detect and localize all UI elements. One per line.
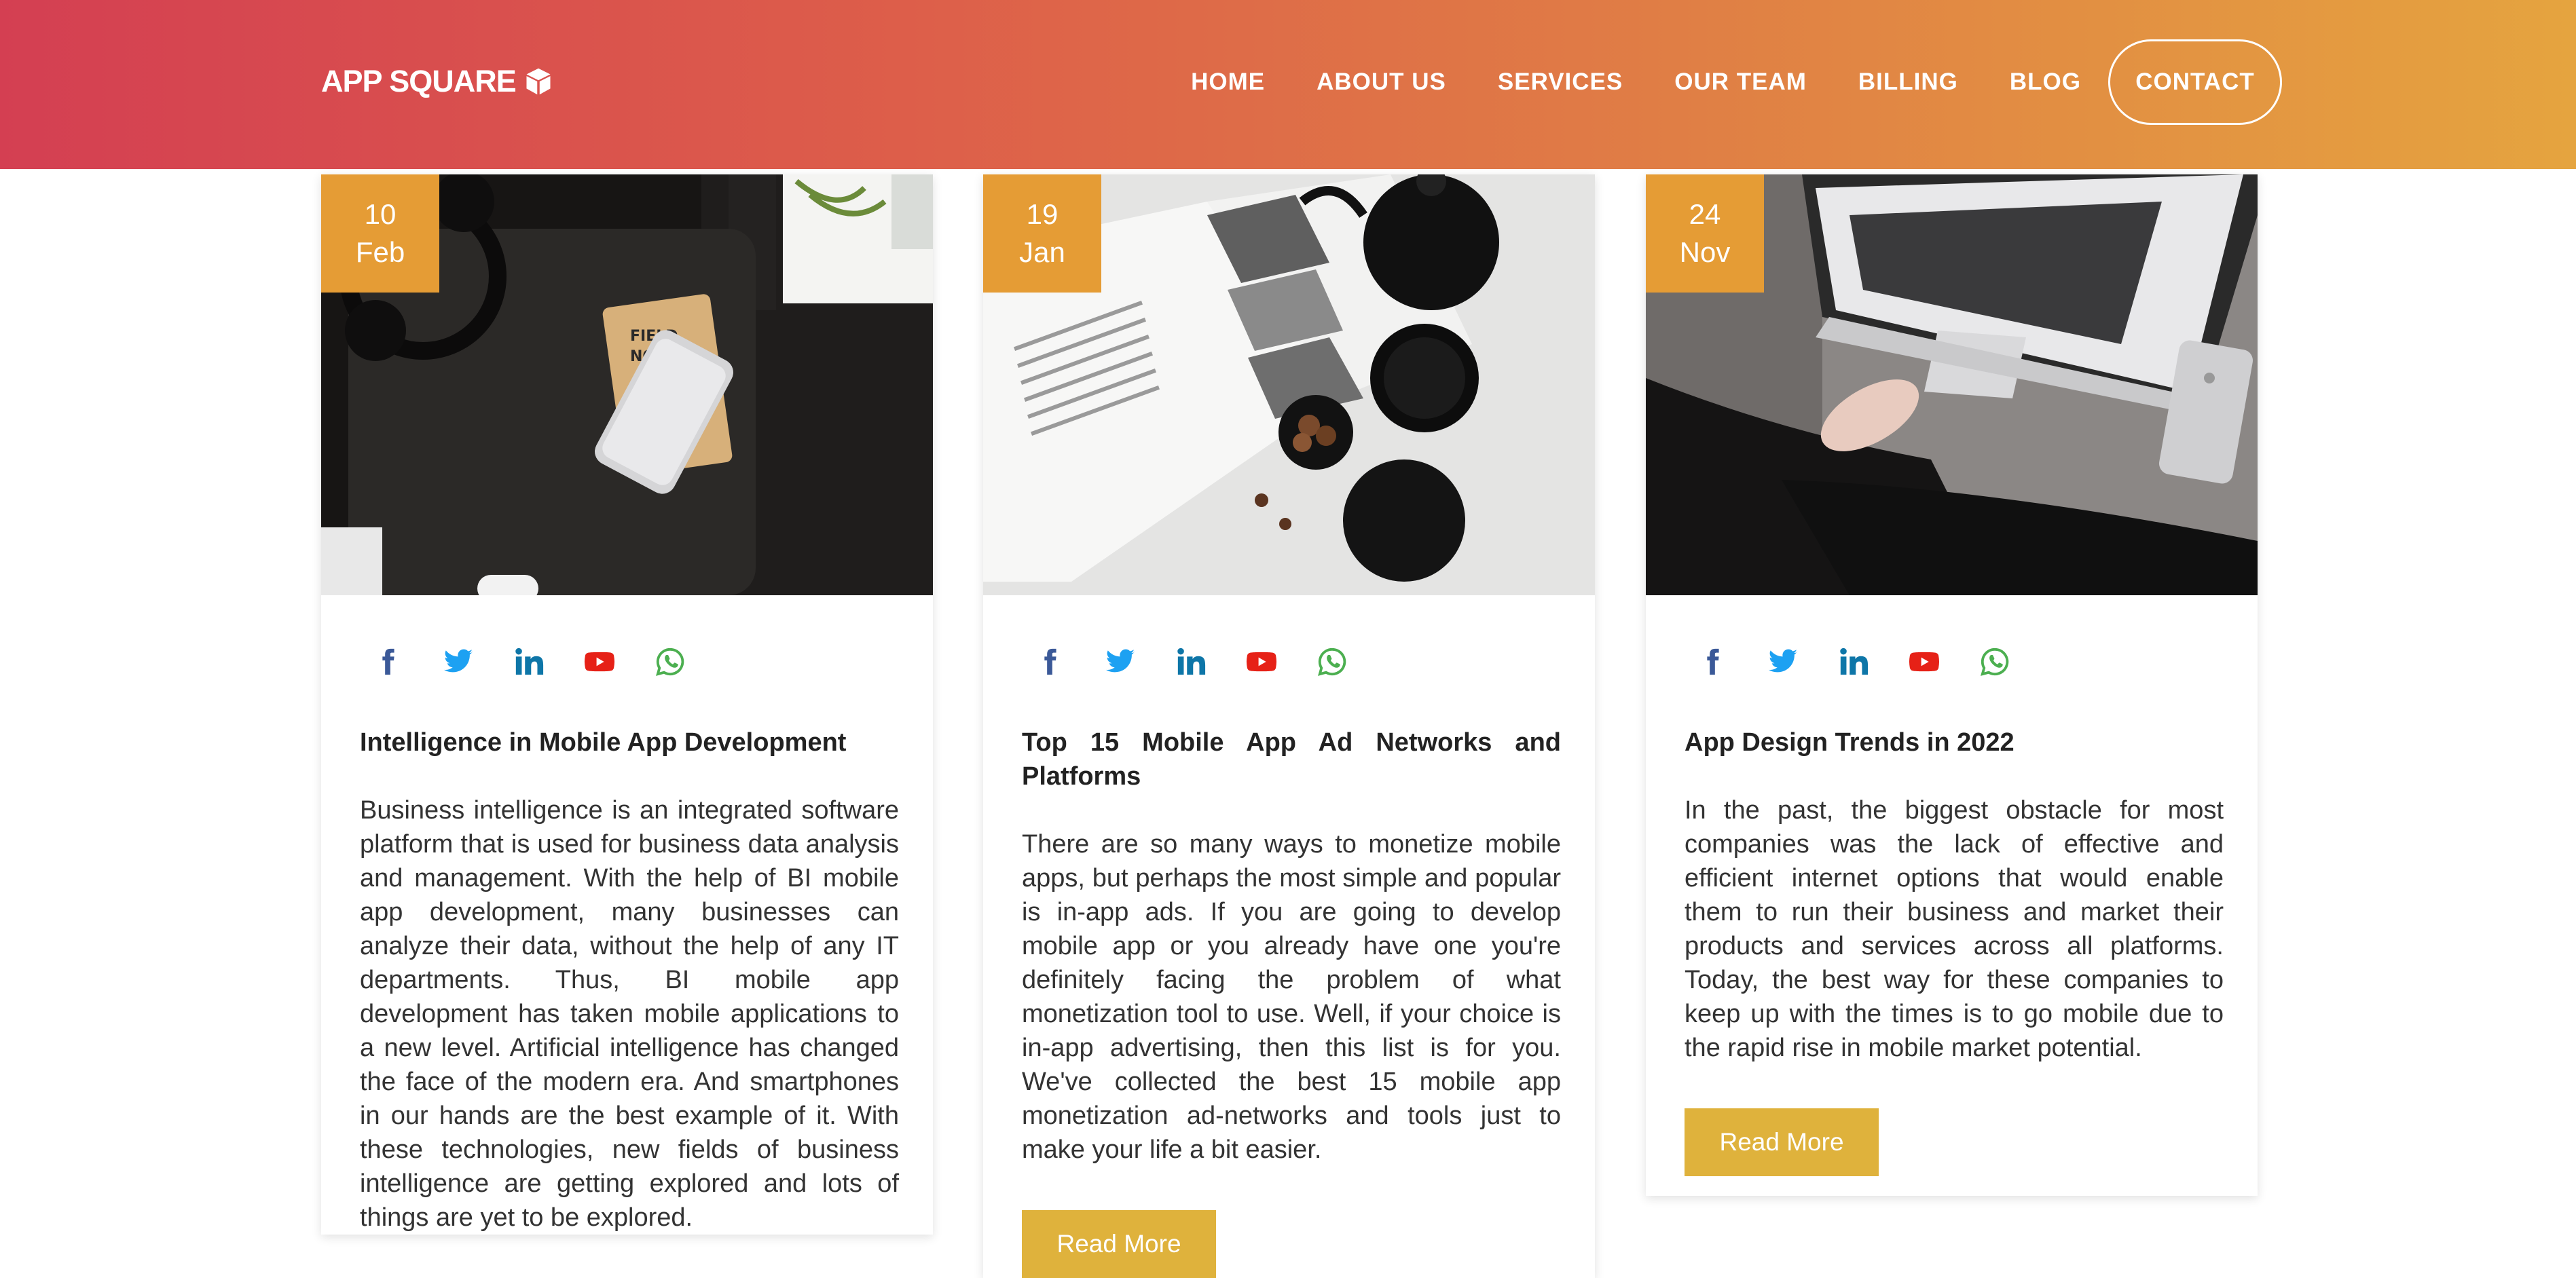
- card-image[interactable]: 19 Jan: [983, 174, 1595, 595]
- blog-card: 19 Jan Top 15 Mobile App Ad Networks and…: [983, 174, 1595, 1278]
- facebook-icon[interactable]: [372, 641, 443, 682]
- twitter-icon[interactable]: [1767, 641, 1838, 682]
- read-more-button[interactable]: Read More: [1685, 1108, 1879, 1176]
- nav-about-us[interactable]: ABOUT US: [1317, 69, 1446, 96]
- nav-blog[interactable]: BLOG: [2010, 69, 2081, 96]
- main-nav: HOME ABOUT US SERVICES OUR TEAM BILLING …: [1191, 38, 2282, 126]
- linkedin-icon[interactable]: [1175, 641, 1246, 682]
- date-day: 19: [1026, 198, 1059, 230]
- date-month: Jan: [1019, 236, 1065, 268]
- card-image[interactable]: 24 Nov: [1646, 174, 2258, 595]
- social-share-bar: [321, 595, 933, 682]
- youtube-icon[interactable]: [584, 641, 655, 682]
- card-image[interactable]: FIELD NOTES 10 Feb: [321, 174, 933, 595]
- card-bottom-padding: [1646, 1176, 2258, 1196]
- card-text: Business intelligence is an integrated s…: [360, 796, 899, 1232]
- read-more-button[interactable]: Read More: [1022, 1210, 1216, 1278]
- logo-text: APP SQUARE: [321, 64, 517, 98]
- nav-home[interactable]: HOME: [1191, 69, 1265, 96]
- card-title[interactable]: Top 15 Mobile App Ad Networks and Platfo…: [1022, 726, 1561, 793]
- date-badge: 10 Feb: [321, 174, 439, 293]
- social-share-bar: [983, 595, 1595, 682]
- facebook-icon[interactable]: [1034, 641, 1105, 682]
- date-month: Nov: [1679, 236, 1731, 268]
- linkedin-icon[interactable]: [513, 641, 584, 682]
- date-day: 24: [1689, 198, 1721, 230]
- nav-services[interactable]: SERVICES: [1498, 69, 1623, 96]
- site-header: APP SQUARE HOME ABOUT US SERVICES OUR TE…: [0, 0, 2576, 169]
- whatsapp-icon[interactable]: [1979, 641, 2050, 682]
- date-month: Feb: [355, 236, 405, 268]
- youtube-icon[interactable]: [1909, 641, 1979, 682]
- whatsapp-icon[interactable]: [655, 641, 725, 682]
- date-day: 10: [364, 198, 397, 230]
- social-share-bar: [1646, 595, 2258, 682]
- nav-our-team[interactable]: OUR TEAM: [1674, 69, 1807, 96]
- card-title[interactable]: App Design Trends in 2022: [1685, 726, 2224, 759]
- facebook-icon[interactable]: [1697, 641, 1767, 682]
- blog-card: FIELD NOTES 10 Feb Intelligence in Mobil…: [321, 174, 933, 1235]
- date-badge: 19 Jan: [983, 174, 1101, 293]
- youtube-icon[interactable]: [1246, 641, 1317, 682]
- cube-icon: [526, 68, 551, 95]
- twitter-icon[interactable]: [1105, 641, 1175, 682]
- date-badge: 24 Nov: [1646, 174, 1764, 293]
- twitter-icon[interactable]: [443, 641, 513, 682]
- blog-card: 24 Nov App Design Trends in 2022 In the …: [1646, 174, 2258, 1196]
- card-text: In the past, the biggest obstacle for mo…: [1685, 796, 2224, 1062]
- contact-button[interactable]: CONTACT: [2108, 39, 2282, 125]
- linkedin-icon[interactable]: [1838, 641, 1909, 682]
- card-text: There are so many ways to monetize mobil…: [1022, 830, 1561, 1164]
- logo[interactable]: APP SQUARE: [321, 62, 553, 100]
- card-title[interactable]: Intelligence in Mobile App Development: [360, 726, 899, 759]
- nav-billing[interactable]: BILLING: [1858, 69, 1958, 96]
- whatsapp-icon[interactable]: [1317, 641, 1387, 682]
